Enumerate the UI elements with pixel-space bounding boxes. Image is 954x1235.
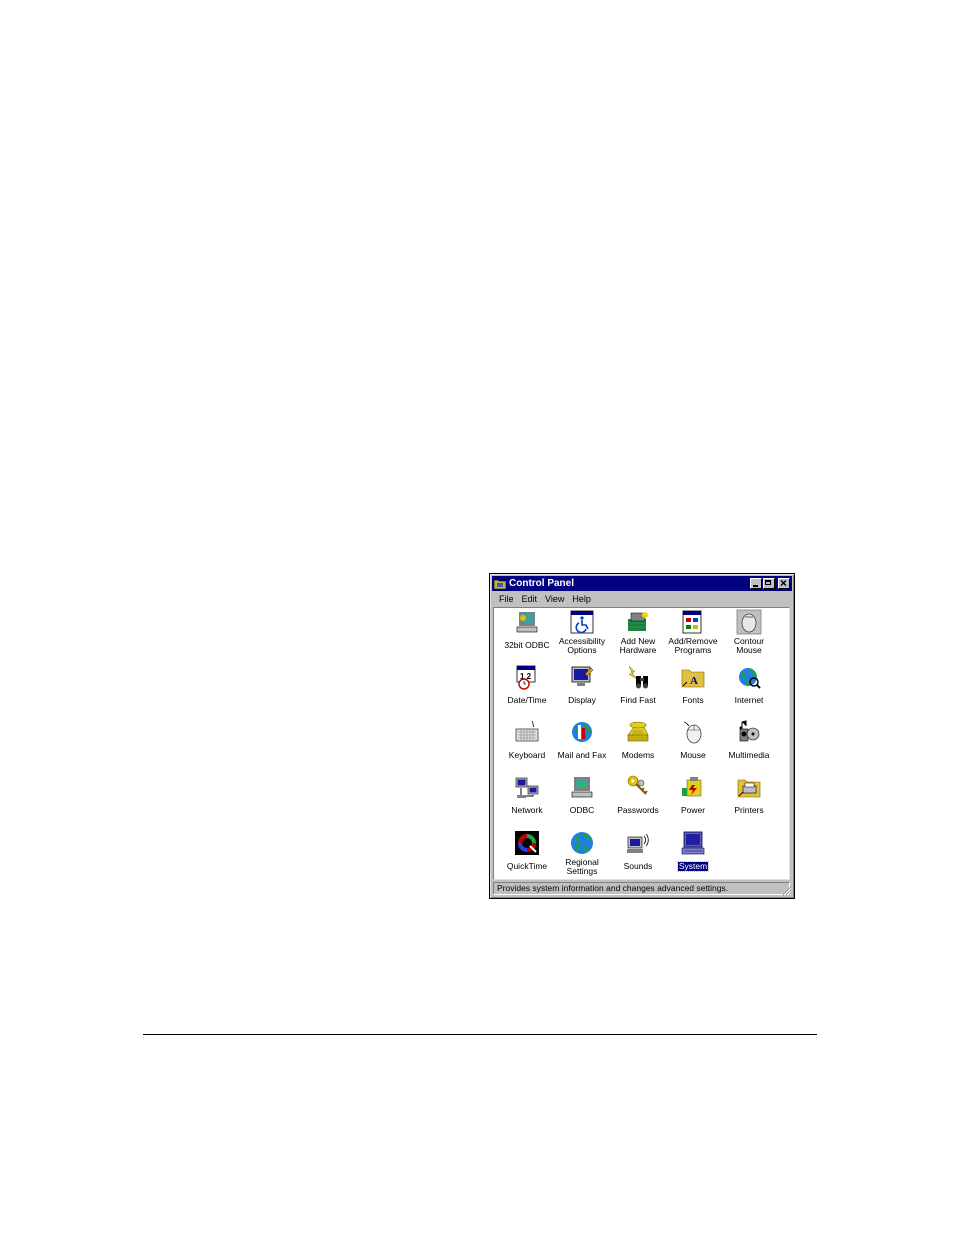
- minimize-button[interactable]: [750, 578, 762, 589]
- control-panel-item[interactable]: Contour Mouse: [721, 609, 777, 658]
- passwords-icon: [625, 774, 651, 800]
- control-panel-item[interactable]: Mouse: [665, 719, 721, 763]
- control-panel-item-label: QuickTime: [506, 861, 548, 871]
- control-panel-item-label: Power: [680, 805, 706, 815]
- control-panel-item-label: Display: [568, 695, 596, 705]
- control-panel-item-label: Find Fast: [620, 695, 656, 705]
- menu-edit[interactable]: Edit: [518, 594, 542, 604]
- page-rule: [143, 1034, 817, 1035]
- multimedia-icon: [736, 719, 762, 745]
- printers-folder-icon: [736, 774, 762, 800]
- globe-icon: [569, 830, 595, 856]
- internet-icon: [736, 664, 762, 690]
- control-panel-item-label: Multimedia: [728, 750, 770, 760]
- control-panel-item[interactable]: QuickTime: [499, 830, 555, 874]
- control-panel-item-label: ODBC: [569, 805, 595, 815]
- control-panel-item[interactable]: Add/Remove Programs: [665, 609, 721, 658]
- odbc-icon: [569, 774, 595, 800]
- control-panel-item-label: Contour Mouse: [733, 636, 765, 655]
- close-button[interactable]: [778, 578, 790, 589]
- control-panel-item[interactable]: Multimedia: [721, 719, 777, 763]
- control-panel-item-label: Mail and Fax: [557, 750, 607, 760]
- svg-text:A: A: [690, 675, 698, 687]
- control-panel-item-label: Date/Time: [507, 695, 547, 705]
- control-panel-item-label: Passwords: [617, 805, 659, 815]
- control-panel-item-label: Add New Hardware: [619, 636, 657, 655]
- contour-mouse-icon: [736, 609, 762, 635]
- control-panel-item-label: Printers: [734, 805, 764, 815]
- control-panel-item[interactable]: Mail and Fax: [554, 719, 610, 763]
- control-panel-item[interactable]: Internet: [721, 664, 777, 708]
- menu-help[interactable]: Help: [568, 594, 595, 604]
- control-panel-item[interactable]: 32bit ODBC: [499, 609, 555, 653]
- keyboard-icon: [514, 719, 540, 745]
- fonts-folder-icon: A: [680, 664, 706, 690]
- sounds-icon: [625, 830, 651, 856]
- control-panel-item-label: System: [676, 861, 710, 872]
- add-hardware-icon: [625, 609, 651, 635]
- control-panel-item-label: 32bit ODBC: [504, 640, 550, 650]
- menu-bar: File Edit View Help: [493, 592, 791, 606]
- control-panel-item[interactable]: Regional Settings: [554, 830, 610, 879]
- find-fast-icon: [625, 664, 651, 690]
- modem-icon: [625, 719, 651, 745]
- control-panel-item-label: Mouse: [680, 750, 706, 760]
- control-panel-item[interactable]: Power: [665, 774, 721, 818]
- date-time-icon: 1 2: [514, 664, 540, 690]
- mail-fax-icon: [569, 719, 595, 745]
- icon-view: 32bit ODBC Accessibility Options Add New H…: [493, 607, 790, 880]
- control-panel-item[interactable]: Passwords: [610, 774, 666, 818]
- menu-view[interactable]: View: [541, 594, 568, 604]
- control-panel-item[interactable]: Modems: [610, 719, 666, 763]
- control-panel-item[interactable]: Accessibility Options: [554, 609, 610, 658]
- control-panel-window: Control Panel File Edit View Help 32bit …: [489, 573, 795, 899]
- title-bar[interactable]: Control Panel: [492, 576, 792, 591]
- control-panel-item[interactable]: 1 2 Date/Time: [499, 664, 555, 708]
- add-remove-programs-icon: [680, 609, 706, 635]
- control-panel-item[interactable]: ODBC: [554, 774, 610, 818]
- control-panel-item[interactable]: A Fonts: [665, 664, 721, 708]
- power-icon: [680, 774, 706, 800]
- control-panel-item[interactable]: Add New Hardware: [610, 609, 666, 658]
- status-text: Provides system information and changes …: [497, 883, 729, 893]
- control-panel-item[interactable]: Printers: [721, 774, 777, 818]
- control-panel-item-label: Fonts: [682, 695, 704, 705]
- menu-file[interactable]: File: [493, 594, 518, 604]
- control-panel-item[interactable]: System: [665, 830, 721, 874]
- control-panel-item[interactable]: Display: [554, 664, 610, 708]
- control-panel-item[interactable]: Sounds: [610, 830, 666, 874]
- control-panel-item[interactable]: Network: [499, 774, 555, 818]
- quicktime-icon: [514, 830, 540, 856]
- control-panel-item-label: Regional Settings: [565, 857, 599, 876]
- control-panel-item[interactable]: Keyboard: [499, 719, 555, 763]
- window-title: Control Panel: [509, 578, 575, 589]
- mouse-icon: [680, 719, 706, 745]
- control-panel-item-label: Add/Remove Programs: [668, 636, 718, 655]
- control-panel-item-label: Keyboard: [508, 750, 546, 760]
- control-panel-item-label: Accessibility Options: [558, 636, 606, 655]
- display-icon: [569, 664, 595, 690]
- resize-grip-icon[interactable]: [782, 886, 792, 896]
- network-icon: [514, 774, 540, 800]
- control-panel-item-label: Network: [511, 805, 543, 815]
- control-panel-item-label: Modems: [621, 750, 655, 760]
- status-bar: Provides system information and changes …: [493, 882, 790, 895]
- control-panel-folder-icon: [493, 578, 507, 590]
- maximize-button[interactable]: [763, 578, 775, 589]
- control-panel-item-label: Internet: [734, 695, 764, 705]
- accessibility-icon: [569, 609, 595, 635]
- control-panel-item-label: Sounds: [623, 861, 653, 871]
- system-computer-icon: [680, 830, 706, 856]
- control-panel-item[interactable]: Find Fast: [610, 664, 666, 708]
- odbc32-icon: [514, 609, 540, 635]
